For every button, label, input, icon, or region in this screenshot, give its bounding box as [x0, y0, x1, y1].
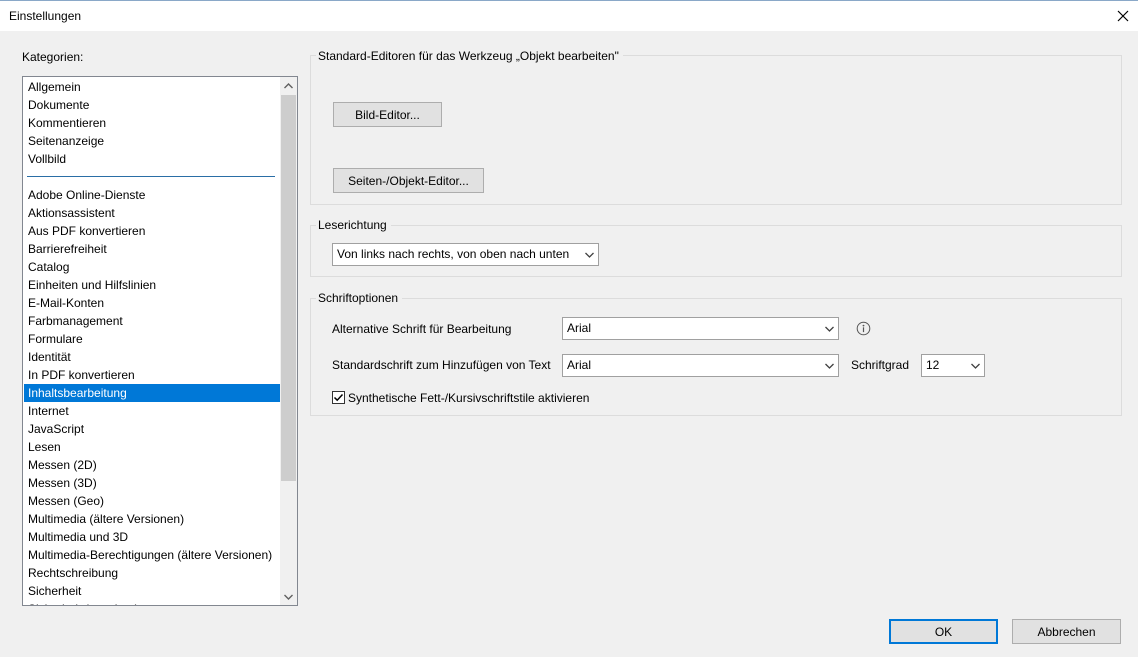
category-item[interactable]: Lesen	[24, 438, 280, 456]
category-item[interactable]: Vollbild	[24, 150, 280, 168]
category-separator	[27, 176, 275, 177]
category-item[interactable]: Aus PDF konvertieren	[24, 222, 280, 240]
category-item[interactable]: Identität	[24, 348, 280, 366]
info-icon[interactable]	[856, 321, 871, 336]
page-object-editor-button[interactable]: Seiten-/Objekt-Editor...	[333, 168, 484, 193]
font-size-value: 12	[926, 358, 940, 372]
category-item[interactable]: Messen (2D)	[24, 456, 280, 474]
image-editor-button[interactable]: Bild-Editor...	[333, 102, 442, 127]
scroll-thumb[interactable]	[281, 95, 296, 481]
close-icon	[1117, 10, 1129, 22]
category-scrollbar[interactable]	[280, 77, 297, 605]
category-item[interactable]: Barrierefreiheit	[24, 240, 280, 258]
category-item[interactable]: Aktionsassistent	[24, 204, 280, 222]
reading-group-title: Leserichtung	[316, 218, 391, 232]
categories-label: Kategorien:	[22, 50, 84, 64]
default-font-label: Standardschrift zum Hinzufügen von Text	[332, 358, 551, 372]
category-item[interactable]: Dokumente	[24, 96, 280, 114]
chevron-up-icon	[284, 82, 293, 88]
chevron-down-icon	[284, 594, 293, 600]
default-font-value: Arial	[567, 358, 592, 372]
close-button[interactable]	[1108, 1, 1138, 31]
category-list[interactable]: Allgemein Dokumente Kommentieren Seitenanze…	[22, 76, 298, 606]
window-title: Einstellungen	[9, 9, 82, 23]
category-item[interactable]: Sicherheit	[24, 582, 280, 600]
chevron-down-icon	[970, 363, 980, 369]
title-bar: Einstellungen	[0, 0, 1138, 31]
chevron-down-icon	[584, 252, 594, 258]
check-icon	[333, 393, 344, 402]
reading-direction-select[interactable]: Von links nach rechts, von oben nach unt…	[332, 243, 599, 266]
category-item[interactable]: E-Mail-Konten	[24, 294, 280, 312]
font-options-group-title: Schriftoptionen	[316, 291, 403, 305]
alt-font-label: Alternative Schrift für Bearbeitung	[332, 322, 512, 336]
scroll-up-button[interactable]	[280, 77, 297, 94]
ok-button[interactable]: OK	[889, 619, 998, 644]
editors-group-title: Standard-Editoren für das Werkzeug „Obje…	[316, 49, 623, 63]
synthetic-styles-checkbox[interactable]	[332, 391, 345, 404]
category-item[interactable]: Einheiten und Hilfslinien	[24, 276, 280, 294]
font-size-label: Schriftgrad	[851, 358, 910, 372]
category-item[interactable]: Multimedia und 3D	[24, 528, 280, 546]
category-item[interactable]: Messen (Geo)	[24, 492, 280, 510]
category-item[interactable]: Farbmanagement	[24, 312, 280, 330]
category-item[interactable]: Formulare	[24, 330, 280, 348]
category-item-selected[interactable]: Inhaltsbearbeitung	[24, 384, 280, 402]
category-item[interactable]: Sicherheit (erweitert)	[24, 600, 280, 605]
category-item[interactable]: JavaScript	[24, 420, 280, 438]
category-item[interactable]: Rechtschreibung	[24, 564, 280, 582]
category-item[interactable]: Multimedia-Berechtigungen (ältere Versio…	[24, 546, 280, 564]
category-item[interactable]: Internet	[24, 402, 280, 420]
category-item[interactable]: In PDF konvertieren	[24, 366, 280, 384]
category-item[interactable]: Seitenanzeige	[24, 132, 280, 150]
reading-direction-value: Von links nach rechts, von oben nach unt…	[337, 247, 570, 261]
chevron-down-icon	[824, 363, 834, 369]
category-item[interactable]: Adobe Online-Dienste	[24, 186, 280, 204]
scroll-down-button[interactable]	[280, 588, 297, 605]
alt-font-select[interactable]: Arial	[562, 317, 839, 340]
default-font-select[interactable]: Arial	[562, 354, 839, 377]
synthetic-styles-label[interactable]: Synthetische Fett-/Kursivschriftstile ak…	[348, 391, 589, 405]
category-item[interactable]: Allgemein	[24, 78, 280, 96]
alt-font-value: Arial	[567, 321, 592, 335]
category-item[interactable]: Catalog	[24, 258, 280, 276]
chevron-down-icon	[824, 326, 834, 332]
category-item[interactable]: Kommentieren	[24, 114, 280, 132]
font-size-select[interactable]: 12	[921, 354, 985, 377]
category-item[interactable]: Multimedia (ältere Versionen)	[24, 510, 280, 528]
category-item[interactable]: Messen (3D)	[24, 474, 280, 492]
cancel-button[interactable]: Abbrechen	[1012, 619, 1121, 644]
